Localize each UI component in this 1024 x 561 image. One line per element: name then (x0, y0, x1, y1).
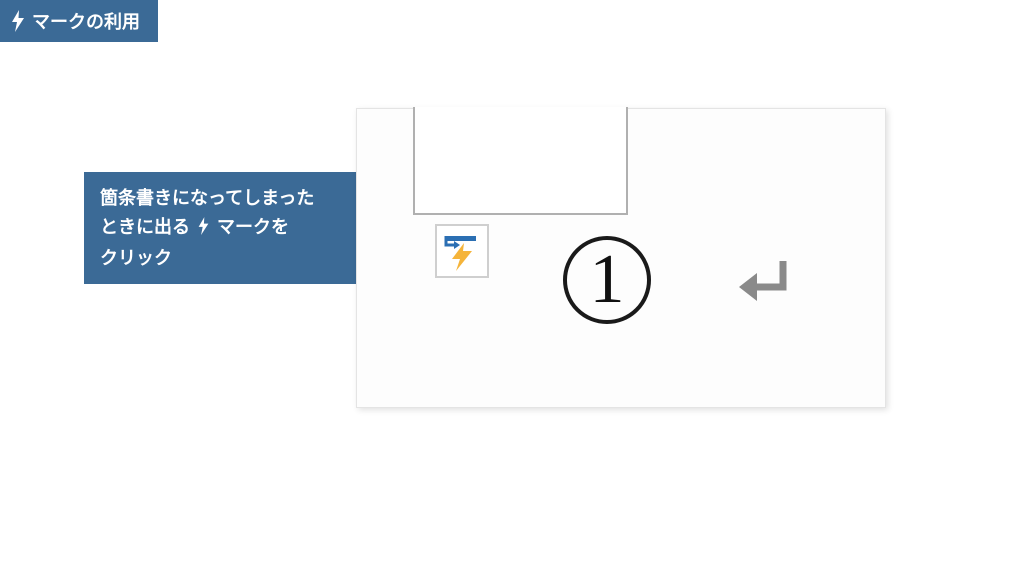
instruction-callout: 箇条書きになってしまった ときに出る マークを クリック (84, 172, 386, 284)
callout-line-3: クリック (100, 244, 370, 273)
autocorrect-options-icon (442, 231, 482, 271)
word-app-panel: 1 (356, 108, 886, 408)
callout-line-1: 箇条書きになってしまった (100, 184, 370, 213)
callout-line-2: ときに出る マークを (100, 213, 370, 244)
autocorrect-options-button[interactable] (435, 224, 489, 278)
paragraph-return-icon (735, 257, 793, 314)
bolt-icon (197, 215, 210, 244)
numbered-list-marker: 1 (563, 236, 651, 324)
section-title-text: マークの利用 (32, 8, 140, 34)
section-title: マークの利用 (0, 0, 158, 42)
text-box-frame (413, 107, 628, 215)
bolt-icon (10, 10, 26, 32)
